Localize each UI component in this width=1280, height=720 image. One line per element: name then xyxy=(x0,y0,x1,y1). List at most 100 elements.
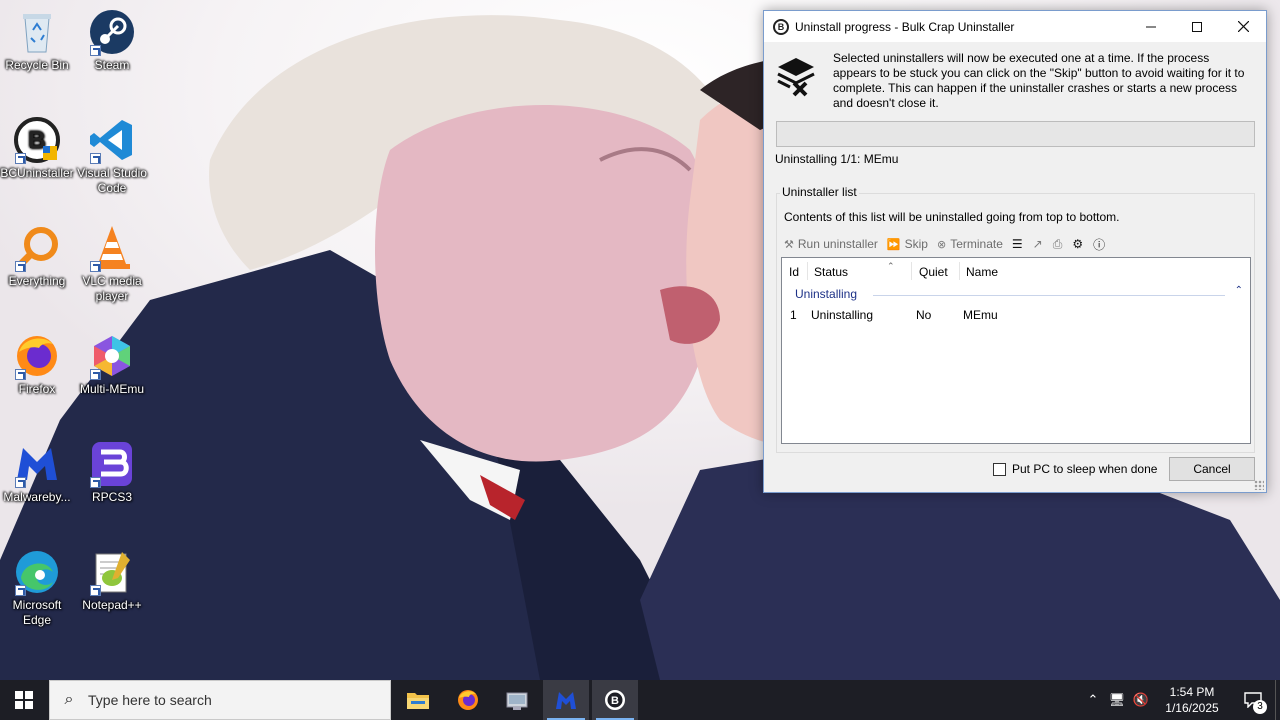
uninstall-progress-bar xyxy=(776,121,1255,147)
show-desktop-button[interactable] xyxy=(1275,680,1280,720)
uninstall-stack-icon xyxy=(776,55,816,97)
desktop-icon-label: Recycle Bin xyxy=(5,58,69,72)
desktop-icon-label: BCUninstaller xyxy=(0,166,74,180)
desktop-icon-malwarebytes[interactable]: Malwareby... xyxy=(0,440,74,505)
group-label: Uninstalling xyxy=(795,287,858,301)
system-tray: ⌃ 🖥 🔇 1:54 PM 1/16/2025 3 xyxy=(1081,680,1280,720)
windows-logo-icon xyxy=(15,691,33,709)
desktop-icon-label: Multi-MEmu xyxy=(79,382,144,396)
row-quiet: No xyxy=(916,308,932,322)
desktop-icon-label: Steam xyxy=(94,58,130,72)
taskbar-bcuninstaller[interactable]: B xyxy=(592,680,638,720)
skip-label: Skip xyxy=(904,237,928,251)
show-hidden-icons-chevron-icon[interactable]: ⌃ xyxy=(1081,692,1105,708)
resize-grip[interactable] xyxy=(1254,480,1264,490)
shortcut-arrow-icon xyxy=(15,585,26,596)
network-icon[interactable]: 🖥 xyxy=(1105,692,1129,708)
desktop-icon-everything[interactable]: Everything xyxy=(0,224,74,289)
shortcut-arrow-icon xyxy=(15,153,26,164)
desktop-icon-notepadpp[interactable]: Notepad++ xyxy=(75,548,149,613)
list-group-header[interactable]: Uninstalling ⌃ xyxy=(795,285,1247,303)
desktop-icon-steam[interactable]: Steam xyxy=(75,8,149,73)
column-name[interactable]: Name xyxy=(966,265,998,279)
shortcut-arrow-icon xyxy=(90,369,101,380)
malwarebytes-icon xyxy=(556,692,576,709)
minimize-button[interactable] xyxy=(1128,11,1174,42)
desktop-icon-label: RPCS3 xyxy=(91,490,132,504)
list-header: Id Status ⌃ Quiet Name xyxy=(782,258,1250,284)
close-button[interactable] xyxy=(1220,11,1266,42)
search-icon: ⌕ xyxy=(64,691,74,708)
terminate-button[interactable]: ⊗ Terminate xyxy=(937,237,1003,251)
uninstall-progress-window[interactable]: B Uninstall progress - Bulk Crap Uninsta… xyxy=(763,10,1267,493)
steam-icon xyxy=(88,8,136,56)
sleep-when-done-checkbox[interactable]: Put PC to sleep when done xyxy=(993,462,1157,476)
shortcut-arrow-icon xyxy=(90,45,101,56)
row-status: Uninstalling xyxy=(811,308,874,322)
volume-muted-icon[interactable]: 🔇 xyxy=(1129,692,1153,708)
gear-icon[interactable]: ⚙ xyxy=(1072,237,1083,251)
column-separator xyxy=(807,262,808,280)
shortcut-arrow-icon xyxy=(90,261,101,272)
skip-button[interactable]: ⏩ Skip xyxy=(887,237,928,251)
column-status[interactable]: Status ⌃ xyxy=(814,261,895,279)
group-description: Contents of this list will be uninstalle… xyxy=(784,210,1120,224)
maximize-button[interactable] xyxy=(1174,11,1220,42)
folder-icon xyxy=(407,693,429,709)
clock[interactable]: 1:54 PM 1/16/2025 xyxy=(1153,684,1231,716)
shortcut-arrow-icon xyxy=(15,369,26,380)
column-status-label: Status xyxy=(814,265,849,279)
taskbar-file-explorer[interactable] xyxy=(395,680,441,720)
sort-ascending-icon: ⌃ xyxy=(887,261,895,271)
desktop-icon-bcuninstaller[interactable]: B BCUninstaller xyxy=(0,116,74,181)
desktop-icon-firefox[interactable]: Firefox xyxy=(0,332,74,397)
title-bar[interactable]: B Uninstall progress - Bulk Crap Uninsta… xyxy=(764,11,1266,42)
control-panel-icon xyxy=(506,692,528,710)
shortcut-arrow-icon xyxy=(90,153,101,164)
info-message: Selected uninstallers will now be execut… xyxy=(833,51,1245,110)
clock-date: 1/16/2025 xyxy=(1165,701,1219,715)
taskbar-control-panel[interactable] xyxy=(494,680,540,720)
cancel-button[interactable]: Cancel xyxy=(1169,457,1255,481)
desktop-icon-recycle-bin[interactable]: Recycle Bin xyxy=(0,8,74,73)
maximize-icon xyxy=(1192,21,1202,32)
notepadpp-icon xyxy=(88,548,136,596)
desktop-icon-label: Notepad++ xyxy=(82,598,142,612)
desktop-icon-edge[interactable]: Microsoft Edge xyxy=(0,548,74,628)
minimize-icon xyxy=(1146,26,1156,27)
open-external-icon[interactable]: ↗ xyxy=(1033,237,1043,251)
close-icon xyxy=(1237,21,1249,32)
desktop-icon-multi-memu[interactable]: Multi-MEmu xyxy=(75,332,149,397)
window-title: Uninstall progress - Bulk Crap Uninstall… xyxy=(795,19,1015,34)
taskbar: ⌕ Type here to search B ⌃ 🖥 🔇 1:54 PM 1/… xyxy=(0,680,1280,720)
desktop-icon-vscode[interactable]: Visual Studio Code xyxy=(75,116,149,196)
run-uninstaller-button[interactable]: ⚒ Run uninstaller xyxy=(784,237,878,251)
svg-text:B: B xyxy=(611,695,619,707)
bcuninstaller-icon: B xyxy=(605,690,625,710)
vlc-cone-icon xyxy=(88,224,136,272)
column-separator xyxy=(911,262,912,280)
taskbar-search[interactable]: ⌕ Type here to search xyxy=(49,680,391,720)
info-icon[interactable]: ⓘ xyxy=(1093,236,1105,253)
desktop-icon-vlc[interactable]: VLC media player xyxy=(75,224,149,304)
taskbar-firefox[interactable] xyxy=(445,680,491,720)
checkbox-box[interactable] xyxy=(993,462,1006,476)
action-center-button[interactable]: 3 xyxy=(1231,692,1275,714)
column-id[interactable]: Id xyxy=(789,265,799,279)
uninstaller-list[interactable]: Id Status ⌃ Quiet Name Uninstalling ⌃ 1 … xyxy=(781,257,1251,444)
shortcut-arrow-icon xyxy=(15,477,26,488)
sleep-label: Put PC to sleep when done xyxy=(1012,462,1158,476)
document-icon[interactable]: ⎙ xyxy=(1053,237,1063,252)
edge-icon xyxy=(13,548,61,596)
list-row[interactable]: 1 Uninstalling No MEmu xyxy=(782,307,1250,325)
desktop-icon-rpcs3[interactable]: RPCS3 xyxy=(75,440,149,505)
taskbar-malwarebytes[interactable] xyxy=(543,680,589,720)
list-view-icon[interactable]: ☰ xyxy=(1012,237,1023,251)
start-button[interactable] xyxy=(0,680,48,720)
collapse-chevron-icon[interactable]: ⌃ xyxy=(1235,285,1243,296)
notification-badge: 3 xyxy=(1253,700,1267,714)
group-divider xyxy=(873,295,1225,296)
recycle-bin-icon xyxy=(13,8,61,56)
column-quiet[interactable]: Quiet xyxy=(919,265,948,279)
desktop-icon-label: Microsoft Edge xyxy=(12,598,62,627)
